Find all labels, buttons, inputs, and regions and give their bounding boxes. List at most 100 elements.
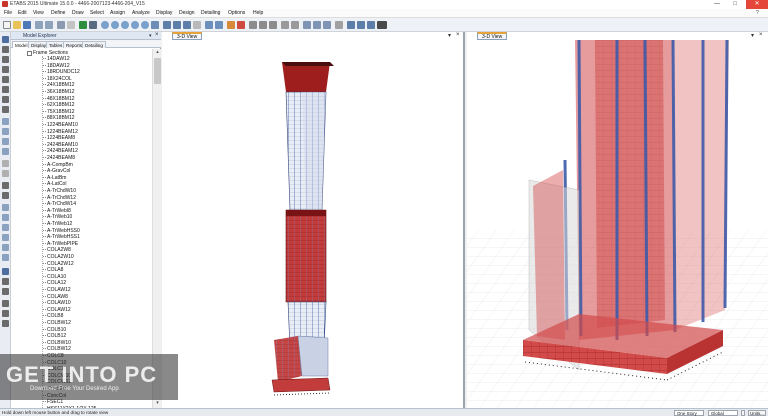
select-pointer-icon[interactable]	[2, 36, 9, 43]
tree-item-frame-section[interactable]: 1224BEAM10	[43, 122, 78, 128]
tab-3d-view-right[interactable]: 3-D View	[477, 32, 508, 40]
lock-icon[interactable]	[57, 21, 65, 29]
tree-item-frame-section[interactable]: A-TrWeb10	[42, 214, 72, 220]
snap-points-icon[interactable]	[2, 204, 9, 211]
draw-floor-icon[interactable]	[2, 106, 9, 113]
tree-item-frame-section[interactable]: 18X24COL	[43, 76, 72, 82]
tree-item-frame-section[interactable]: A-TrWebPIPE	[42, 241, 78, 247]
tree-item-frame-section[interactable]: COLB8	[42, 313, 63, 319]
draw-wall-icon[interactable]	[2, 96, 9, 103]
options-icon[interactable]	[377, 21, 387, 29]
draw-tendon-icon[interactable]	[2, 138, 9, 145]
grid-toggle-icon[interactable]	[335, 21, 343, 29]
extrude-icon[interactable]	[357, 21, 365, 29]
tree-item-frame-section[interactable]: COLAW10	[43, 300, 71, 306]
invert-selection-icon[interactable]	[2, 320, 9, 327]
tree-item-frame-section[interactable]: 36X18BM12	[43, 89, 75, 95]
tree-item-frame-section[interactable]: 2424BEAM8	[42, 155, 75, 161]
scroll-down-icon[interactable]: ▾	[153, 400, 162, 408]
tree-item-frame-section[interactable]: 2424BEAM10	[43, 142, 78, 148]
show-forces-icon[interactable]	[269, 21, 277, 29]
tree-item-frame-section[interactable]: 75X18BM12	[43, 109, 75, 115]
move-up-icon[interactable]	[205, 21, 213, 29]
tree-item-frame-section[interactable]: 18RDUNDC12	[43, 69, 80, 75]
move-down-icon[interactable]	[215, 21, 223, 29]
select-by-properties-icon[interactable]	[2, 300, 9, 307]
tree-item-frame-section[interactable]: 88X18BM12	[43, 115, 75, 121]
tree-item-frame-section[interactable]: A-TrChdW12	[43, 195, 76, 201]
zoom-window-icon[interactable]	[121, 21, 129, 29]
clear-selection-icon[interactable]	[323, 21, 331, 29]
snap-intersections-icon[interactable]	[2, 224, 9, 231]
open-folder-icon[interactable]	[13, 21, 21, 29]
scroll-thumb[interactable]	[154, 58, 161, 84]
menu-options[interactable]: Options	[228, 10, 245, 16]
tree-item-frame-section[interactable]: 1224BEAM12	[43, 129, 78, 135]
zoom-out-icon[interactable]	[111, 21, 119, 29]
tree-item-frame-section[interactable]: 48X18BM12	[43, 96, 75, 102]
tree-item-frame-section[interactable]: A-TrWebHSS0	[43, 228, 80, 234]
tree-item-frame-section[interactable]: COLB10	[42, 327, 66, 333]
tree-item-frame-section[interactable]: 14DAW12	[43, 56, 70, 62]
reshape-icon[interactable]	[2, 46, 9, 53]
rubber-band-icon[interactable]	[2, 278, 9, 285]
coordinate-system-dropdown[interactable]: Global	[708, 410, 738, 416]
menu-select[interactable]: Select	[90, 10, 104, 16]
tree-item-frame-section[interactable]: A-TrWeb12	[42, 221, 72, 227]
draw-brace-icon[interactable]	[2, 86, 9, 93]
show-deformed-icon[interactable]	[259, 21, 267, 29]
tree-item-frame-section[interactable]: 62X18BM12	[43, 102, 75, 108]
snap-lines-icon[interactable]	[2, 244, 9, 251]
detailing-icon[interactable]	[291, 21, 299, 29]
rotate-view-icon[interactable]	[193, 21, 201, 29]
tree-item-frame-section[interactable]: 1224BEAM8	[42, 135, 75, 141]
perspective-toggle-icon[interactable]	[347, 21, 355, 29]
previous-selection-icon[interactable]	[313, 21, 321, 29]
tree-item-frame-section[interactable]: A-LatCol	[42, 181, 66, 187]
pan-icon[interactable]	[151, 21, 159, 29]
menu-display[interactable]: Display	[156, 10, 172, 16]
fill-icon[interactable]	[367, 21, 375, 29]
save-icon[interactable]	[23, 21, 31, 29]
view-window-left[interactable]: 3-D View ▾ ×	[162, 32, 465, 408]
view-window-right[interactable]: 3-D View ▾ ×	[467, 32, 768, 408]
show-undeformed-icon[interactable]	[249, 21, 257, 29]
set-display-options-icon[interactable]	[237, 21, 245, 29]
close-button[interactable]: ✕	[746, 0, 768, 9]
tab-detailing[interactable]: Detailing	[82, 41, 106, 48]
undo-icon[interactable]	[35, 21, 43, 29]
tree-item-frame-section[interactable]: COLA2W8	[43, 247, 71, 253]
draw-joint-icon[interactable]	[2, 56, 9, 63]
pin-icon[interactable]: ▾	[149, 33, 152, 39]
tree-item-frame-section[interactable]: A-LatBm	[42, 175, 66, 181]
tree-item-frame-section[interactable]: A-TrChdW14	[43, 201, 76, 207]
refresh-icon[interactable]	[67, 21, 75, 29]
intersect-line-icon[interactable]	[2, 288, 9, 295]
select-group-icon[interactable]	[2, 310, 9, 317]
minimize-button[interactable]: —	[708, 0, 726, 9]
draw-wall-stack-icon[interactable]	[2, 182, 9, 189]
cursor-icon[interactable]	[2, 268, 9, 275]
menu-analyze[interactable]: Analyze	[132, 10, 150, 16]
menu-view[interactable]: View	[33, 10, 44, 16]
help-question-icon[interactable]: ?	[756, 10, 759, 16]
3d-view-icon[interactable]	[163, 21, 171, 29]
draw-opening-icon[interactable]	[2, 118, 9, 125]
tree-item-frame-section[interactable]: 2424BEAM12	[43, 148, 78, 154]
menu-assign[interactable]: Assign	[110, 10, 125, 16]
snap-ends-icon[interactable]	[2, 214, 9, 221]
draw-beam-icon[interactable]	[2, 66, 9, 73]
tree-item-frame-section[interactable]: COLB12	[42, 333, 66, 339]
tree-item-frame-section[interactable]: A-TrWebI8	[43, 208, 71, 214]
units-button[interactable]: Units...	[748, 410, 766, 416]
tree-item-frame-section[interactable]: A-TrWebHSS1	[43, 234, 80, 240]
tree-item-frame-section[interactable]: A-CompBm	[43, 162, 73, 168]
draw-design-strip-icon[interactable]	[2, 192, 9, 199]
draw-reference-point-icon[interactable]	[2, 170, 9, 177]
tree-item-frame-section[interactable]: COLA2W12	[43, 261, 74, 267]
pointer-icon[interactable]	[89, 21, 97, 29]
close-panel-icon[interactable]: ×	[155, 32, 159, 38]
tree-item-frame-section[interactable]: A-GravCol	[42, 168, 70, 174]
menu-file[interactable]: File	[4, 10, 12, 16]
tab-3d-view-left[interactable]: 3-D View	[172, 32, 203, 40]
